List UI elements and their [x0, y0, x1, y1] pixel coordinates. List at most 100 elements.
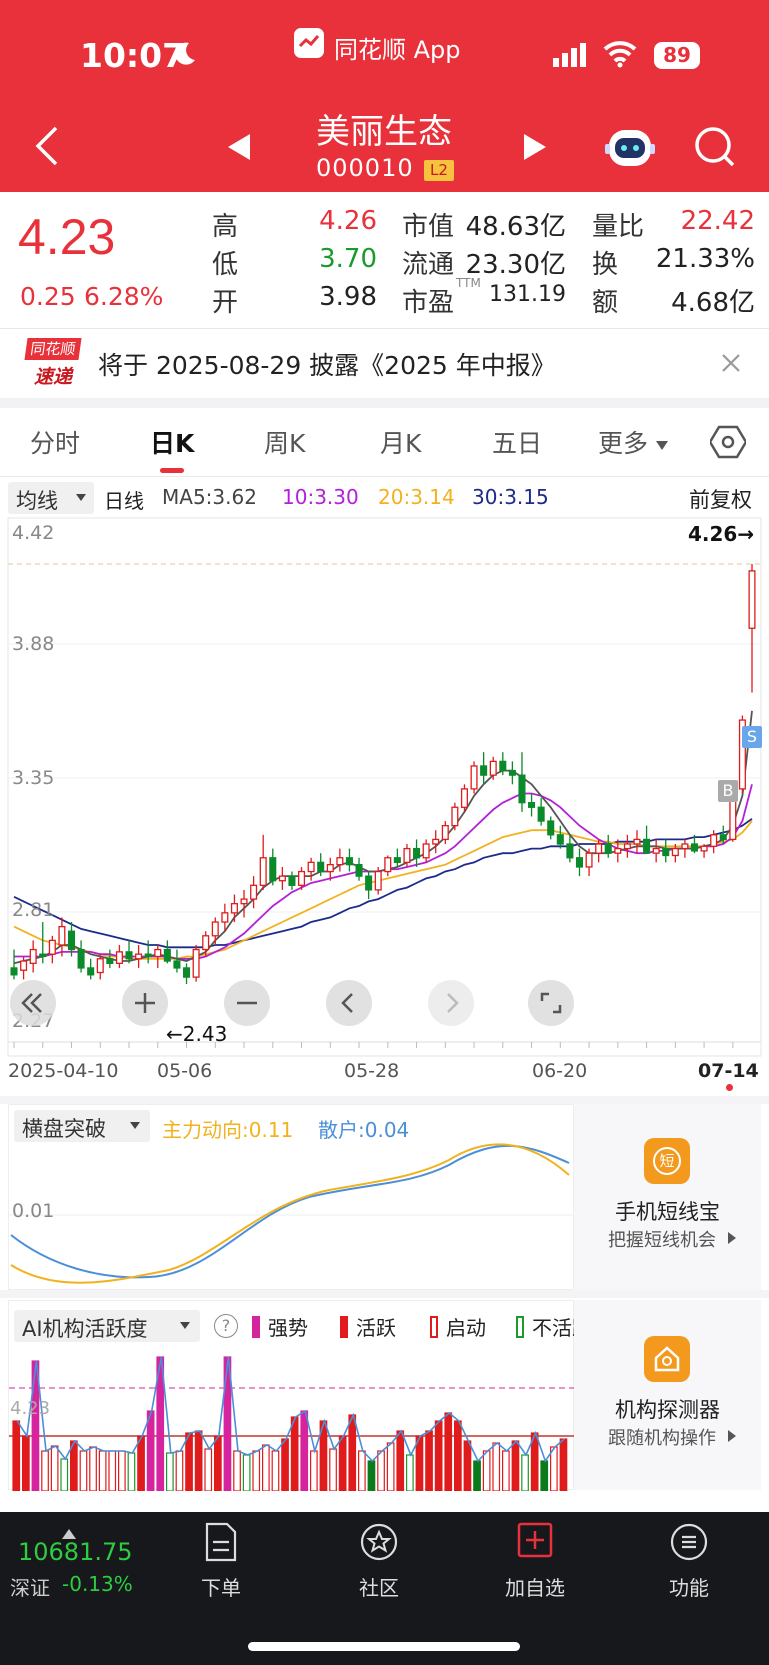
activity-bar — [559, 1438, 568, 1492]
settings-hex-icon[interactable] — [708, 424, 748, 460]
indicator2-selector[interactable]: AI机构活跃度 — [14, 1310, 200, 1342]
candle-body — [58, 925, 66, 946]
candle-body — [393, 857, 401, 864]
tab-weekly-k[interactable]: 周K — [264, 424, 305, 460]
kline-chart[interactable] — [0, 514, 769, 1094]
candle-body — [489, 760, 497, 776]
close-icon[interactable] — [720, 352, 742, 374]
nav-add-watchlist[interactable]: 加自选 — [480, 1522, 590, 1602]
low-marker: ←2.43 — [166, 1022, 228, 1046]
activity-bar — [549, 1446, 558, 1492]
candle-body — [403, 847, 411, 864]
notice-badge-top: 同花顺 — [24, 338, 82, 360]
nav-order-label: 下单 — [201, 1576, 241, 1600]
notice-badge-bottom: 速递 — [33, 366, 72, 388]
candle-body — [470, 765, 478, 790]
help-icon[interactable]: ? — [214, 1314, 238, 1338]
candle-body — [623, 843, 631, 850]
tab-five-day[interactable]: 五日 — [492, 424, 542, 460]
tab-timeshare[interactable]: 分时 — [30, 424, 80, 460]
short-line-subtitle: 把握短线机会 — [608, 1230, 716, 1251]
prev-stock-icon[interactable] — [226, 132, 252, 162]
activity-bar — [242, 1454, 251, 1492]
fullscreen-button[interactable] — [528, 980, 574, 1026]
indicator1-selector[interactable]: 横盘突破 — [14, 1110, 150, 1142]
activity-bar — [348, 1414, 357, 1492]
activity-bar — [540, 1460, 549, 1492]
ma30-value: 30:3.15 — [472, 485, 549, 509]
candle-body — [681, 843, 689, 850]
status-time: 10:07 — [80, 36, 186, 75]
tab-more[interactable]: 更多 — [598, 424, 648, 460]
candle-body — [575, 857, 584, 868]
candle-body — [518, 774, 526, 804]
scroll-left-fast-button[interactable] — [10, 980, 56, 1026]
ma5-value: MA5:3.62 — [162, 485, 257, 509]
candle-body — [690, 843, 699, 852]
search-icon[interactable] — [692, 124, 738, 170]
activity-bar — [367, 1460, 376, 1492]
back-icon[interactable] — [32, 124, 64, 168]
nav-community[interactable]: 社区 — [324, 1522, 434, 1602]
notice-banner[interactable]: 同花顺 速递 将于 2025-08-29 披露《2025 年中报》 — [0, 330, 769, 398]
header-bar: 10:07 同花顺 App 89 美丽生态 000010 L2 — [0, 0, 769, 192]
scroll-left-button[interactable] — [326, 980, 372, 1026]
candle-body — [460, 788, 468, 808]
stat-value: 3.70 — [319, 244, 377, 274]
ma-selector[interactable]: 均线 — [8, 482, 94, 514]
candle-body — [192, 948, 200, 978]
nav-functions[interactable]: 功能 — [634, 1522, 744, 1602]
activity-bar — [271, 1450, 280, 1492]
candle-body — [585, 852, 593, 868]
candle-body — [230, 903, 238, 914]
candle-body — [633, 838, 641, 845]
today-dot — [726, 1084, 733, 1091]
robot-assistant-icon[interactable] — [604, 122, 656, 174]
chevron-right-icon — [447, 993, 459, 1013]
legend-swatch — [430, 1316, 438, 1338]
candle-body — [566, 843, 574, 859]
date-label-start: 2025-04-10 — [8, 1060, 119, 1082]
tab-daily-k[interactable]: 日K — [150, 424, 194, 460]
candle-body — [278, 875, 286, 882]
activity-bar — [511, 1440, 520, 1492]
main-force-value: 主力动向:0.11 — [162, 1118, 294, 1142]
help-icon-glyph: ? — [221, 1316, 231, 1335]
stat-value: 4.26 — [319, 206, 377, 236]
date-label-end: 07-14 — [698, 1060, 759, 1082]
short-line-promo[interactable]: 短 手机短线宝 把握短线机会 — [574, 1104, 761, 1290]
activity-bar — [434, 1420, 443, 1492]
community-star-icon — [360, 1523, 398, 1561]
activity-bar — [108, 1450, 117, 1492]
scroll-right-button[interactable] — [428, 980, 474, 1026]
index-value[interactable]: 10681.75 — [18, 1538, 133, 1566]
activity-bar — [252, 1450, 261, 1492]
legend-swatch — [516, 1316, 524, 1338]
candle-body — [67, 930, 76, 951]
zoom-out-button[interactable] — [224, 980, 270, 1026]
institution-detector-subtitle: 跟随机构操作 — [608, 1428, 716, 1449]
candle-body — [499, 760, 507, 772]
next-stock-icon[interactable] — [522, 132, 548, 162]
date-label-3: 05-28 — [344, 1060, 400, 1082]
candle-body — [432, 838, 440, 845]
activity-bar — [396, 1430, 405, 1492]
adjust-label[interactable]: 前复权 — [689, 484, 752, 514]
candle-body — [125, 951, 133, 960]
institution-detector-promo[interactable]: 机构探测器 跟随机构操作 — [574, 1300, 761, 1490]
candle-body — [106, 958, 114, 964]
candle-body — [77, 948, 85, 969]
status-app-name: 同花顺 App — [334, 36, 461, 64]
candle-body — [537, 806, 545, 822]
retail-value: 散户:0.04 — [318, 1118, 410, 1142]
index-name: 深证 — [10, 1576, 50, 1600]
activity-bar — [98, 1450, 107, 1492]
battery-indicator: 89 — [654, 42, 700, 69]
nav-community-label: 社区 — [359, 1576, 399, 1600]
zoom-in-button[interactable] — [122, 980, 168, 1026]
nav-order[interactable]: 下单 — [166, 1522, 276, 1602]
activity-bar — [454, 1420, 462, 1492]
activity-bar — [300, 1410, 309, 1492]
activity-bar — [415, 1435, 424, 1492]
tab-monthly-k[interactable]: 月K — [380, 424, 421, 460]
